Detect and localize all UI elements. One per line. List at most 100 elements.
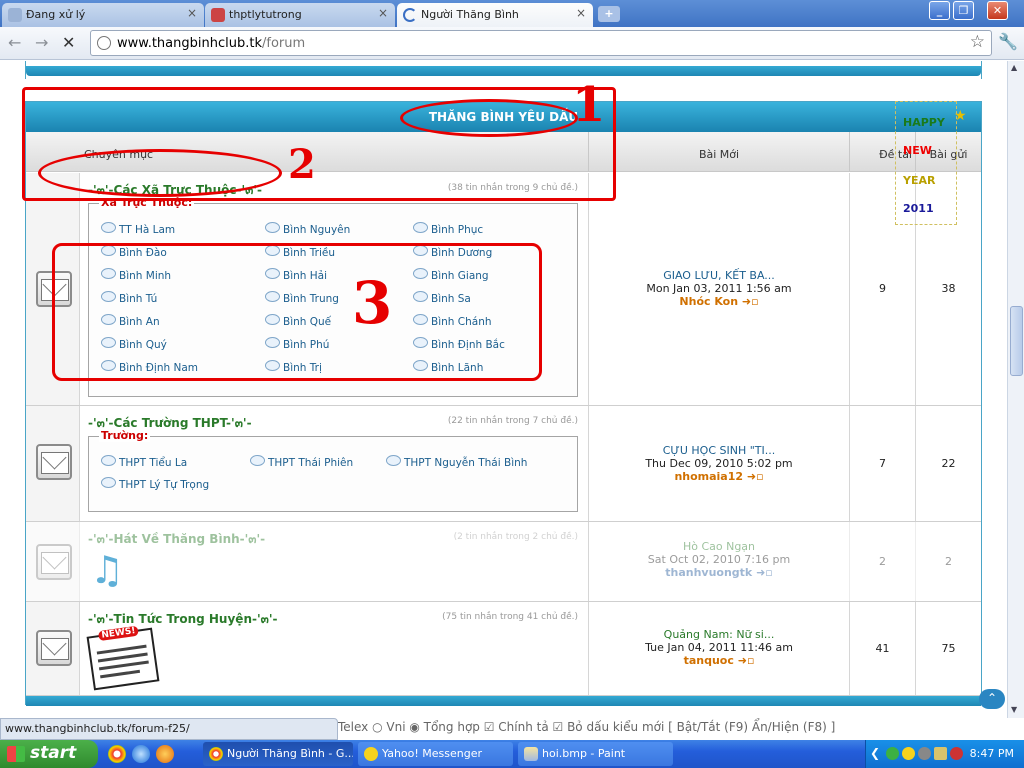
tray-expand-icon[interactable]: ❮ [870,746,880,760]
forum-row: -'๓'-Hát Về Thăng Bình-'๓'- (2 tin nhắn … [26,522,981,602]
last-post-date: Tue Jan 04, 2011 11:46 am [645,641,793,654]
tab-thptlytutrong[interactable]: thptlytutrong × [205,3,395,27]
vertical-scrollbar[interactable]: ▲ ▼ [1007,61,1024,718]
url-path: /forum [261,36,306,51]
annotation-number-1: 1 [572,77,606,133]
speech-bubble-icon [413,222,428,233]
close-icon[interactable]: × [187,6,197,20]
tab-nguoi-thang-binh[interactable]: Người Thăng Bình × [397,3,593,27]
subforum-link[interactable]: THPT Lý Tự Trọng [101,477,209,491]
new-year-text: HAPPY [903,116,945,129]
forum-status-cell [26,406,80,521]
last-post-title[interactable]: CỰU HỌC SINH "TI... [589,444,849,457]
bookmark-star-icon[interactable]: ☆ [970,32,985,52]
ime-tray-icon[interactable] [934,747,947,760]
speech-bubble-icon [386,455,401,466]
new-year-text: NEW [903,144,932,157]
taskbar-button-browser[interactable]: Người Thăng Bình - G... [203,742,353,766]
column-last-post: Bài Mới [589,132,850,172]
last-post-title[interactable]: Hò Cao Ngạn [589,540,849,553]
smiley-icon [364,747,378,761]
new-year-text: YEAR [903,174,936,187]
restore-button[interactable]: ❐ [953,1,974,20]
forum-stats: (75 tin nhắn trong 41 chủ đề.) [442,612,578,622]
back-icon[interactable]: ← [8,33,21,52]
ime-toolbar[interactable]: Telex ○ Vni ◉ Tổng hợp ☑ Chính tả ☑ Bỏ d… [338,720,835,734]
forum-title[interactable]: -'๓'-Tin Tức Trong Huyện-'๓'- [88,610,278,629]
post-count: 22 [941,456,956,470]
last-post-user[interactable]: tanquoc ➜▫ [589,654,849,667]
scroll-up-icon[interactable]: ▲ [1011,63,1017,72]
minimize-button[interactable]: _ [929,1,950,20]
subforum-link[interactable]: Bình Nguyên [265,222,350,236]
forum-row: -'๓'-Các Trường THPT-'๓'- (22 tin nhắn t… [26,406,981,522]
tab-processing[interactable]: Đang xử lý × [2,3,204,27]
security-icon[interactable] [950,747,963,760]
new-tab-button[interactable]: + [598,6,620,22]
close-icon[interactable]: × [576,6,586,20]
last-post-user[interactable]: nhomaia12 ➜▫ [589,470,849,483]
messenger-tray-icon[interactable] [902,747,915,760]
last-post-title[interactable]: GIAO LƯU, KẾT BA... [589,269,849,282]
forum-status-cell [26,522,80,601]
scroll-to-top-icon[interactable]: ⌃ [979,689,1005,709]
wrench-icon[interactable]: 🔧 [998,32,1018,51]
firefox-icon[interactable] [156,745,174,763]
start-label: start [30,743,77,763]
forum-main-cell: -'๓'-Hát Về Thăng Bình-'๓'- (2 tin nhắn … [80,522,589,601]
loading-icon [403,8,417,22]
system-tray: ❮ 8:47 PM [865,740,1024,768]
clock[interactable]: 8:47 PM [970,747,1014,760]
goto-post-icon[interactable]: ➜▫ [742,295,759,308]
page-icon [97,36,111,50]
forum-title[interactable]: -'๓'-Hát Về Thăng Bình-'๓'- [88,530,265,549]
taskbar-button-label: hoi.bmp - Paint [542,747,626,760]
scroll-down-icon[interactable]: ▼ [1011,705,1017,714]
post-count: 2 [945,554,952,568]
subforum-link[interactable]: TT Hà Lam [101,222,175,236]
volume-icon[interactable] [918,747,931,760]
star-icon: ★ [954,108,967,124]
speech-bubble-icon [101,477,116,488]
annotation-ellipse-title [400,99,578,137]
goto-post-icon[interactable]: ➜▫ [747,470,764,483]
last-post-cell: GIAO LƯU, KẾT BA... Mon Jan 03, 2011 1:5… [589,173,850,405]
taskbar-button-paint[interactable]: hoi.bmp - Paint [518,742,673,766]
chrome-icon[interactable] [108,745,126,763]
book-icon [211,8,225,22]
annotation-number-2: 2 [288,141,316,188]
subforum-link[interactable]: THPT Nguyễn Thái Bình [386,455,527,469]
last-post-user[interactable]: Nhóc Kon ➜▫ [589,295,849,308]
topic-count: 9 [879,282,886,295]
subforum-box: Trường: THPT Tiểu La THPT Thái Phiên THP… [88,429,578,512]
speech-bubble-icon [101,455,116,466]
last-post-user[interactable]: thanhvuongtk ➜▫ [589,566,849,579]
close-icon[interactable]: × [378,6,388,20]
loading-icon [8,8,22,22]
post-count: 38 [941,282,956,295]
chrome-icon [209,747,223,761]
status-url-bubble: www.thangbinhclub.tk/forum-f25/ [0,718,338,740]
tab-label: Đang xử lý [26,8,86,21]
scrollbar-thumb[interactable] [1010,306,1023,376]
post-count-cell: 75 [916,602,981,695]
close-window-button[interactable]: ✕ [987,1,1008,20]
tab-label: thptlytutrong [229,8,302,21]
envelope-icon [36,630,72,666]
forum-row: -'๓'-Tin Tức Trong Huyện-'๓'- (75 tin nh… [26,602,981,696]
network-icon[interactable] [886,747,899,760]
forward-icon[interactable]: → [35,33,48,52]
goto-post-icon[interactable]: ➜▫ [756,566,773,579]
subforum-label: Trường: [99,429,151,442]
taskbar-button-messenger[interactable]: Yahoo! Messenger [358,742,513,766]
start-button[interactable]: start [0,740,98,768]
last-post-title[interactable]: Quảng Nam: Nữ si... [589,628,849,641]
subforum-link[interactable]: THPT Thái Phiên [250,455,353,469]
subforum-link[interactable]: Bình Phục [413,222,483,236]
goto-post-icon[interactable]: ➜▫ [738,654,755,667]
internet-explorer-icon[interactable] [132,745,150,763]
stop-icon[interactable]: ✕ [62,33,75,52]
address-bar[interactable]: www.thangbinhclub.tk/forum ☆ [90,30,992,56]
speech-bubble-icon [265,222,280,233]
subforum-link[interactable]: THPT Tiểu La [101,455,187,469]
